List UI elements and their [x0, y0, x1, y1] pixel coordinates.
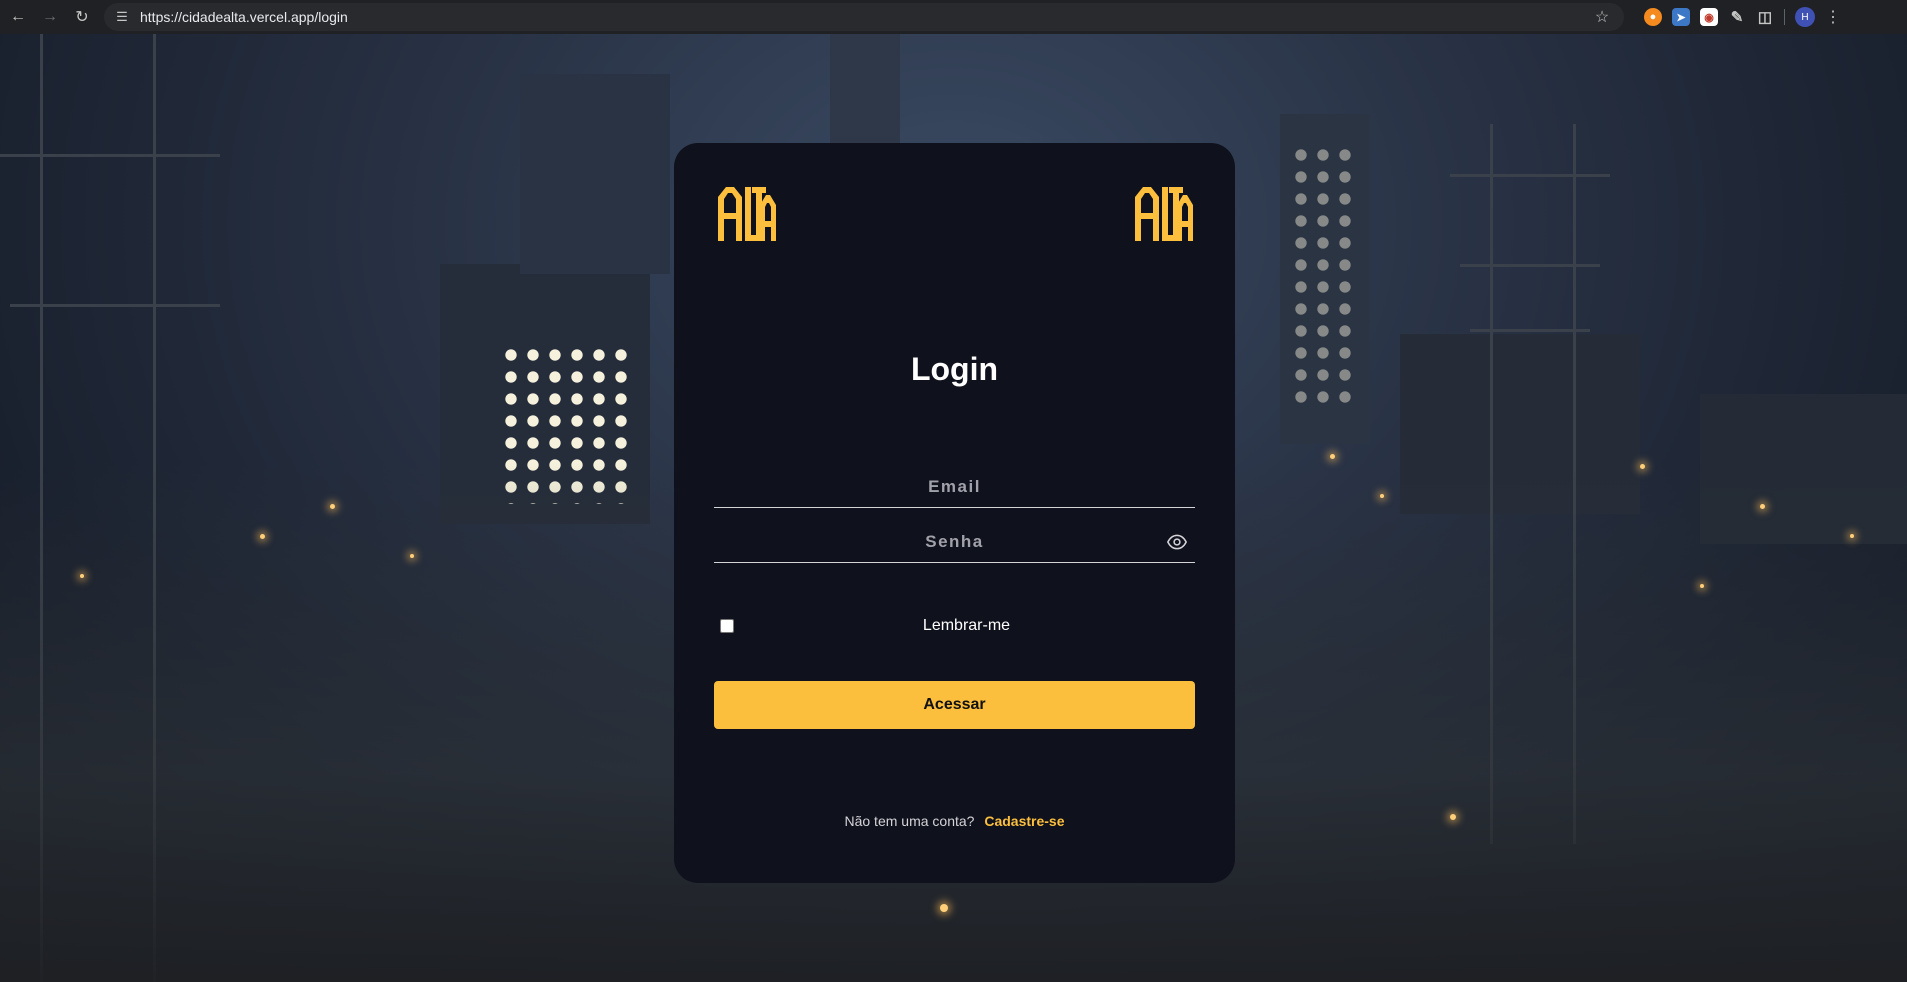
extension-orange-icon[interactable]: ●	[1644, 8, 1662, 26]
eye-icon[interactable]	[1167, 532, 1187, 552]
email-field[interactable]	[714, 467, 1195, 507]
power-tower-crossbar	[10, 304, 220, 307]
avatar[interactable]: H	[1795, 7, 1815, 27]
extensions-area: ● ➤ ◉ ✎ ◫ H ⋮	[1644, 7, 1841, 27]
back-icon[interactable]: ←	[4, 3, 32, 31]
background-building	[520, 74, 670, 274]
remember-me-label: Lembrar-me	[922, 617, 1011, 634]
address-bar[interactable]: ☰ https://cidadealta.vercel.app/login ☆	[104, 3, 1624, 31]
page-title: Login	[910, 351, 999, 387]
alta-logo-icon	[716, 183, 776, 243]
city-light	[1760, 504, 1765, 509]
signup-prompt: Não tem uma conta?	[844, 813, 975, 829]
background-building	[830, 34, 900, 144]
city-light	[330, 504, 335, 509]
city-light	[260, 534, 265, 539]
url-text[interactable]: https://cidadealta.vercel.app/login	[140, 9, 1588, 25]
city-light	[410, 554, 414, 558]
extension-blue-icon[interactable]: ➤	[1672, 8, 1690, 26]
star-icon[interactable]: ☆	[1588, 7, 1616, 27]
password-field-wrapper	[714, 522, 1195, 563]
toolbar-divider	[1784, 9, 1785, 25]
signup-link[interactable]: Cadastre-se	[984, 813, 1064, 829]
reload-icon[interactable]: ↻	[68, 3, 96, 31]
pen-icon[interactable]: ✎	[1728, 8, 1746, 26]
remember-me-row: Lembrar-me	[714, 616, 1195, 636]
city-light	[1330, 454, 1335, 459]
login-card: Login Lembrar-me Acessar Não tem uma con…	[674, 143, 1235, 883]
signup-row: Não tem uma conta? Cadastre-se	[674, 813, 1235, 829]
power-tower-crossbar	[0, 154, 220, 157]
menu-dots-icon[interactable]: ⋮	[1825, 7, 1841, 27]
city-light	[1450, 814, 1456, 820]
email-field-wrapper	[714, 467, 1195, 508]
city-light	[1700, 584, 1704, 588]
submit-button[interactable]: Acessar	[714, 681, 1195, 729]
power-tower-crossbar	[1450, 174, 1610, 177]
power-tower-crossbar	[1460, 264, 1600, 267]
forward-icon[interactable]: →	[36, 3, 64, 31]
browser-toolbar: ← → ↻ ☰ https://cidadealta.vercel.app/lo…	[0, 0, 1907, 34]
city-light	[1850, 534, 1854, 538]
city-light	[940, 904, 948, 912]
extension-pocket-icon[interactable]: ◉	[1700, 8, 1718, 26]
site-info-icon[interactable]: ☰	[112, 7, 132, 27]
power-tower-crossbar	[1470, 329, 1590, 332]
city-light	[80, 574, 84, 578]
background-building-windows	[1290, 144, 1360, 404]
city-light	[1640, 464, 1645, 469]
password-field[interactable]	[714, 522, 1195, 562]
city-light	[1380, 494, 1384, 498]
alta-logo-icon	[1133, 183, 1193, 243]
puzzle-icon[interactable]: ◫	[1756, 8, 1774, 26]
